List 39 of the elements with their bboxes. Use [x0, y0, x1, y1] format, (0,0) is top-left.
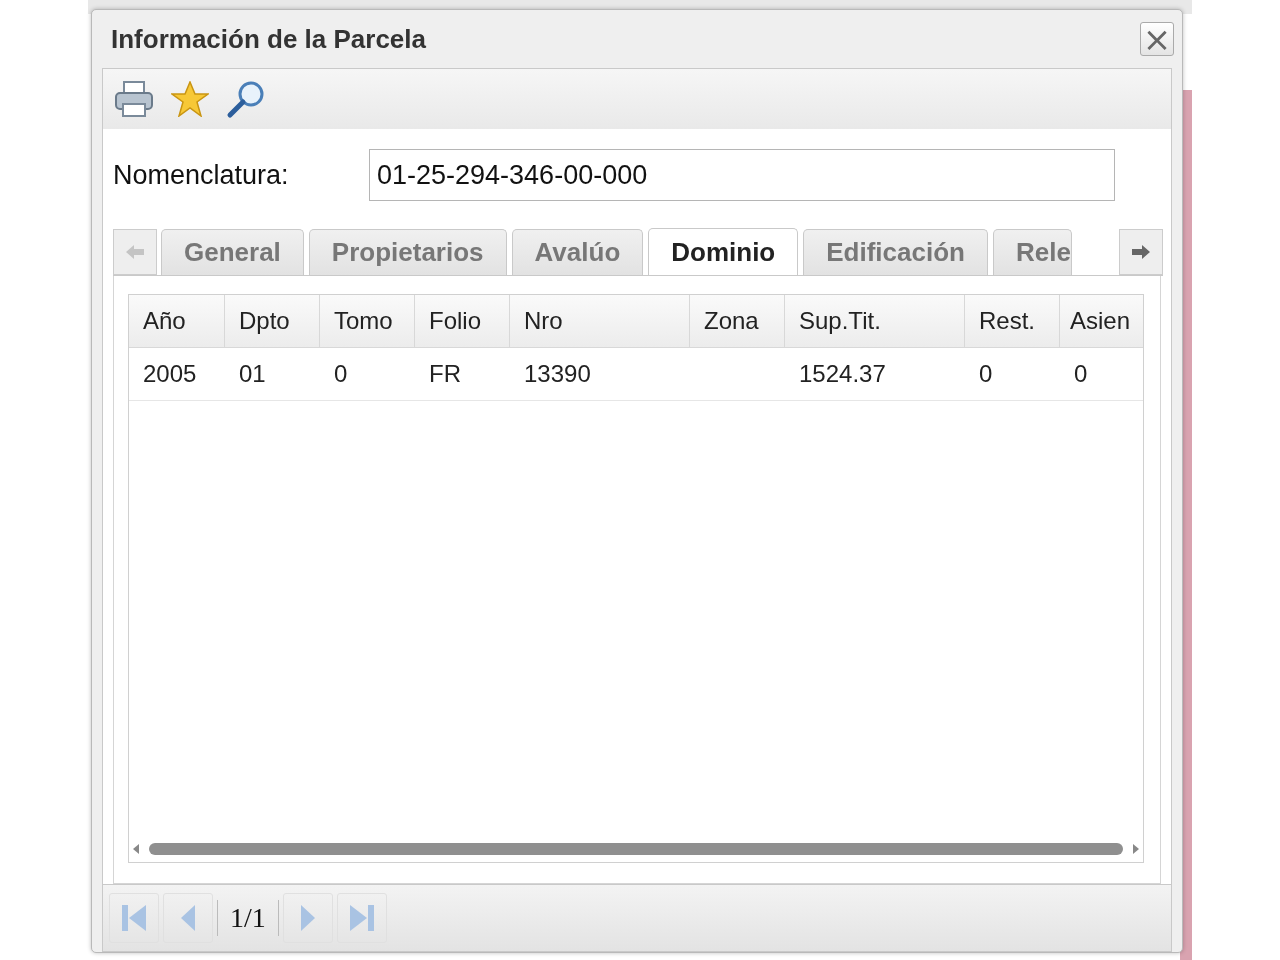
close-button[interactable]: ×	[1140, 22, 1174, 56]
tab[interactable]: Dominio	[648, 228, 799, 275]
column-header[interactable]: Tomo	[320, 295, 415, 347]
table-cell: 0	[334, 360, 348, 388]
tab[interactable]: Edificación	[803, 229, 988, 275]
left-arrow-icon	[124, 243, 146, 261]
page-indicator: 1/1	[229, 902, 267, 934]
last-page-icon	[347, 903, 376, 933]
tab[interactable]: General	[161, 229, 304, 275]
table-cell: 0	[979, 360, 993, 388]
column-header[interactable]: Nro	[510, 295, 690, 347]
table-cell: 2005	[143, 360, 197, 388]
tab[interactable]: Avalúo	[511, 229, 644, 275]
column-header[interactable]: Zona	[690, 295, 785, 347]
table-cell: FR	[429, 360, 461, 388]
printer-icon	[114, 80, 154, 118]
column-header[interactable]: Año	[129, 295, 225, 347]
nomenclature-field[interactable]: 01-25-294-346-00-000	[369, 149, 1115, 201]
scroll-right-button[interactable]	[1119, 229, 1163, 275]
column-header[interactable]: Asien	[1060, 295, 1143, 347]
column-header[interactable]: Sup.Tit.	[785, 295, 965, 347]
field-label: Nomenclatura:	[113, 159, 290, 191]
table-cell: 0	[1074, 360, 1088, 388]
search-icon	[226, 79, 266, 119]
first-page-icon	[120, 903, 148, 933]
table-cell: 1524.37	[799, 360, 886, 388]
tab[interactable]: Rele	[992, 229, 1072, 275]
table-cell: 01	[239, 360, 266, 388]
window-title: Información de la Parcela	[111, 23, 427, 55]
table-cell: 13390	[524, 360, 591, 388]
right-arrow-icon	[1130, 243, 1152, 261]
column-header[interactable]: Folio	[415, 295, 510, 347]
tab[interactable]: Propietarios	[308, 229, 507, 275]
print-button[interactable]	[113, 78, 155, 120]
favorite-button[interactable]	[169, 78, 211, 120]
table-row[interactable]: 2005 01 0 FR 13390 1524.37 0 0	[129, 348, 1143, 401]
column-header[interactable]: Rest.	[965, 295, 1060, 347]
column-header[interactable]: Dpto	[225, 295, 320, 347]
star-icon	[171, 81, 209, 117]
